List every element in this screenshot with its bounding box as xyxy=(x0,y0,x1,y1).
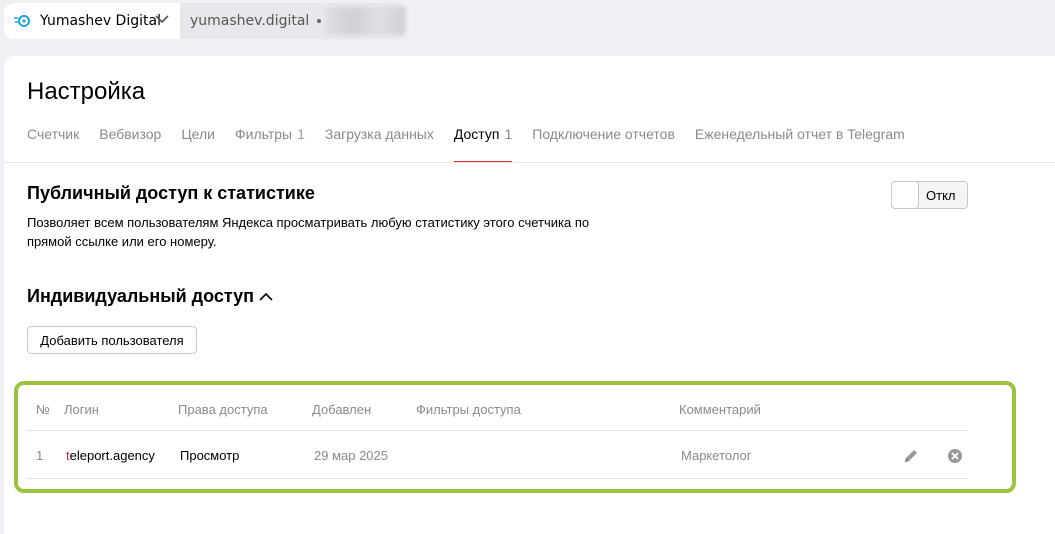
top-bar: Yumashev Digital yumashev.digital xyxy=(0,0,1055,50)
tab-label: Фильтры xyxy=(234,126,293,142)
col-header-comment: Комментарий xyxy=(679,402,761,417)
tab-label: Вебвизор xyxy=(99,126,162,142)
col-header-added: Добавлен xyxy=(312,402,372,417)
row-comment: Маркетолог xyxy=(681,448,752,463)
public-access-toggle[interactable]: Откл xyxy=(891,181,968,209)
tab-count: 1 xyxy=(504,126,513,142)
tab-label: Подключение отчетов xyxy=(532,126,675,142)
individual-access-title-text: Индивидуальный доступ xyxy=(27,286,255,306)
col-header-login: Логин xyxy=(64,402,99,417)
tab-7[interactable]: Еженедельный отчет в Telegram xyxy=(695,126,905,162)
col-header-filters: Фильтры доступа xyxy=(416,402,521,417)
add-user-button[interactable]: Добавить пользователя xyxy=(27,326,197,354)
tab-0[interactable]: Счетчик xyxy=(27,126,79,162)
tab-2[interactable]: Цели xyxy=(181,126,215,162)
tab-label: Цели xyxy=(181,126,215,142)
tab-label: Загрузка данных xyxy=(324,126,434,142)
row-added-date: 29 мар 2025 xyxy=(314,448,389,463)
row-number: 1 xyxy=(36,448,44,463)
public-access-description: Позволяет всем пользователям Яндекса про… xyxy=(27,215,590,249)
tab-label: Доступ xyxy=(453,126,500,142)
chevron-up-icon[interactable] xyxy=(259,292,273,302)
blurred-counter-id xyxy=(327,7,406,35)
tab-label: Счетчик xyxy=(27,126,80,142)
counter-name: Yumashev Digital xyxy=(40,13,161,29)
access-table-highlight: № Логин Права доступа Добавлен Фильтры д… xyxy=(14,381,1016,493)
settings-card: Настройка Счетчик Вебвизор Цели Фильтры 1 Заг… xyxy=(4,56,1055,534)
settings-tabs: Счетчик Вебвизор Цели Фильтры 1 Загрузка данн… xyxy=(27,126,925,163)
tab-count: 1 xyxy=(297,126,305,142)
separator-dot xyxy=(317,19,322,23)
tab-1[interactable]: Вебвизор xyxy=(99,126,161,162)
individual-access-title[interactable]: Индивидуальный доступ xyxy=(27,286,273,307)
close-circle-icon[interactable] xyxy=(946,447,964,465)
row-divider xyxy=(26,478,968,479)
tab-label: Еженедельный отчет в Telegram xyxy=(694,126,905,142)
tab-5[interactable]: Доступ 1 xyxy=(453,126,513,163)
tab-3[interactable]: Фильтры 1 xyxy=(235,126,305,162)
page-title: Настройка xyxy=(27,78,146,105)
tab-6[interactable]: Подключение отчетов xyxy=(532,126,675,162)
tab-4[interactable]: Загрузка данных xyxy=(325,126,434,162)
domain-name: yumashev.digital xyxy=(190,13,310,29)
chevron-down-icon xyxy=(155,15,169,24)
header-divider xyxy=(26,430,968,431)
toggle-knob[interactable] xyxy=(891,181,919,209)
counter-selector[interactable]: Yumashev Digital xyxy=(4,3,180,39)
row-login[interactable]: teleport.agency xyxy=(66,448,155,463)
col-header-number: № xyxy=(36,402,50,417)
toggle-label: Откл xyxy=(926,187,956,203)
counter-logo-icon xyxy=(14,15,30,27)
tabs-divider xyxy=(4,162,1055,163)
pencil-icon[interactable] xyxy=(902,447,920,465)
row-rights: Просмотр xyxy=(180,448,240,463)
login-rest: eleport.agency xyxy=(69,448,155,463)
public-access-title: Публичный доступ к статистике xyxy=(27,183,315,203)
domain-display: yumashev.digital xyxy=(180,3,406,39)
col-header-rights: Права доступа xyxy=(178,402,268,417)
